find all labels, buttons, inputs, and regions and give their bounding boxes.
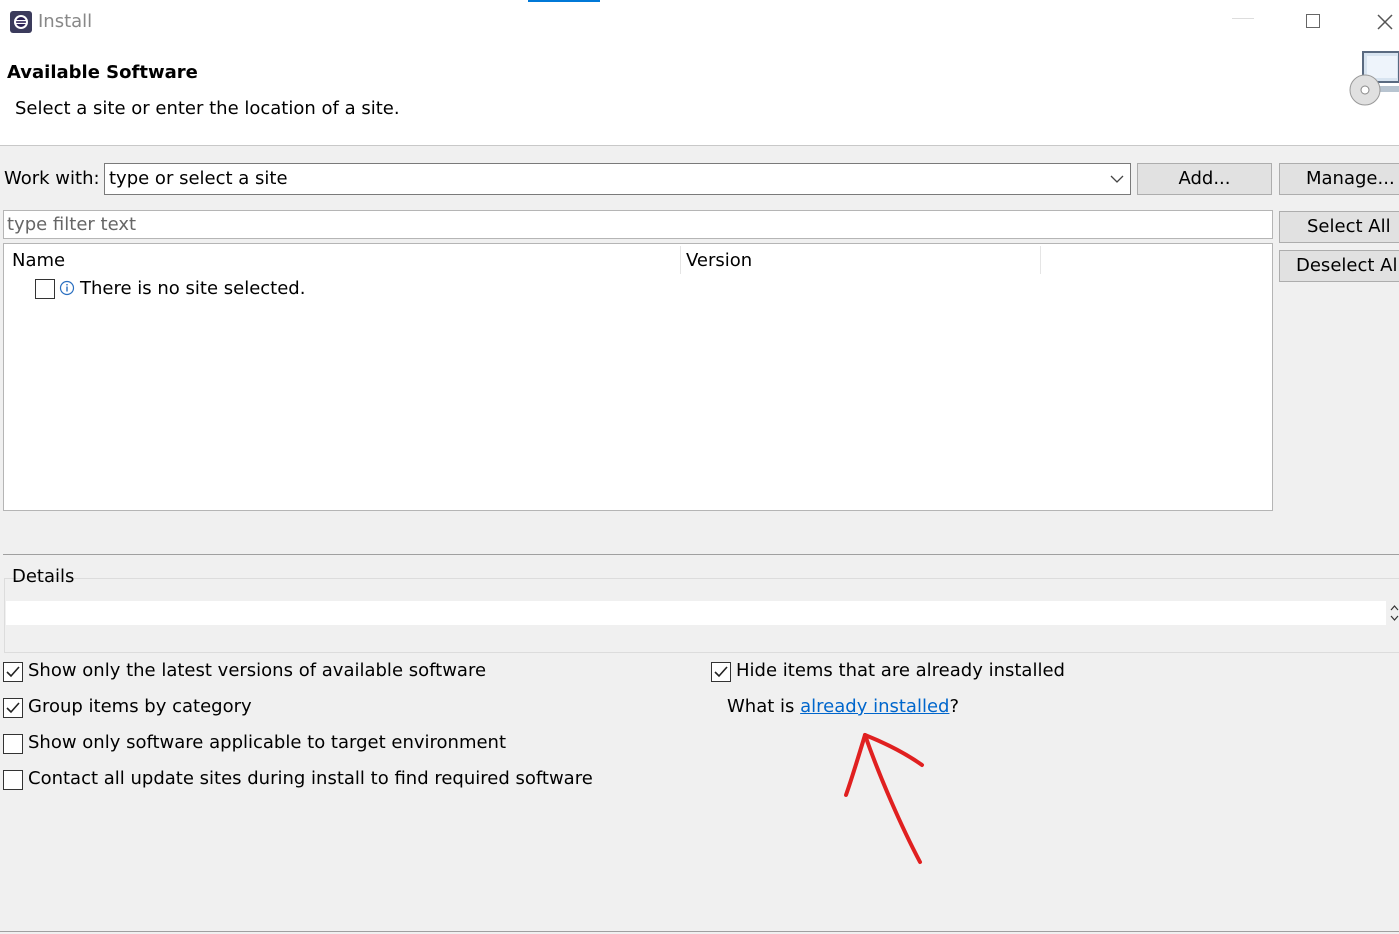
filter-input[interactable]: type filter text	[3, 210, 1273, 239]
checkmark-icon	[714, 666, 728, 678]
wizard-header	[0, 44, 1399, 146]
contact-update-sites-checkbox[interactable]	[3, 770, 23, 790]
column-separator[interactable]	[1040, 246, 1041, 274]
group-by-category-label[interactable]: Group items by category	[28, 696, 252, 717]
already-installed-suffix: ?	[949, 696, 960, 717]
eclipse-app-icon	[10, 11, 32, 33]
software-tree[interactable]: Name Version There is no site selected.	[3, 243, 1273, 511]
site-combo-value: type or select a site	[109, 168, 288, 189]
already-installed-link[interactable]: already installed	[800, 696, 949, 717]
checkmark-icon	[6, 702, 20, 714]
hide-installed-label[interactable]: Hide items that are already installed	[736, 660, 1065, 681]
chevron-down-icon[interactable]	[1110, 173, 1124, 185]
checkmark-icon	[6, 666, 20, 678]
details-text	[6, 601, 1386, 625]
window-title: Install	[38, 11, 93, 32]
red-arrow-annotation	[844, 733, 924, 864]
info-icon	[59, 280, 75, 296]
install-banner-icon	[1349, 51, 1399, 106]
show-latest-checkbox[interactable]	[3, 662, 23, 682]
tree-row-text: There is no site selected.	[80, 278, 306, 299]
target-environment-checkbox[interactable]	[3, 734, 23, 754]
close-icon[interactable]	[1375, 12, 1395, 32]
already-installed-prefix: What is	[727, 696, 801, 717]
title-accent	[528, 0, 600, 2]
maximize-icon[interactable]	[1306, 14, 1320, 28]
column-header-version[interactable]: Version	[686, 250, 752, 271]
column-header-name[interactable]: Name	[12, 250, 65, 271]
title-bar	[0, 0, 1399, 44]
add-button[interactable]: Add...	[1137, 163, 1272, 195]
contact-update-sites-label[interactable]: Contact all update sites during install …	[28, 768, 593, 789]
scroll-arrows-icon[interactable]	[1390, 603, 1399, 623]
filter-placeholder: type filter text	[7, 214, 137, 235]
select-all-button[interactable]: Select All	[1279, 211, 1399, 243]
work-with-label: Work with:	[4, 168, 100, 189]
row-checkbox[interactable]	[35, 279, 55, 299]
group-by-category-checkbox[interactable]	[3, 698, 23, 718]
page-description: Select a site or enter the location of a…	[15, 98, 400, 119]
details-label: Details	[12, 566, 75, 587]
column-separator[interactable]	[680, 246, 681, 274]
separator	[3, 554, 1399, 555]
deselect-all-button[interactable]: Deselect All	[1279, 250, 1399, 282]
page-title: Available Software	[7, 62, 198, 83]
site-combo[interactable]: type or select a site	[104, 163, 1131, 195]
already-installed-line: What is already installed?	[727, 696, 959, 717]
manage-button[interactable]: Manage...	[1279, 163, 1399, 195]
hide-installed-checkbox[interactable]	[711, 662, 731, 682]
minimize-icon[interactable]	[1232, 18, 1254, 20]
show-latest-label[interactable]: Show only the latest versions of availab…	[28, 660, 486, 681]
target-environment-label[interactable]: Show only software applicable to target …	[28, 732, 506, 753]
bottom-separator	[0, 931, 1399, 932]
